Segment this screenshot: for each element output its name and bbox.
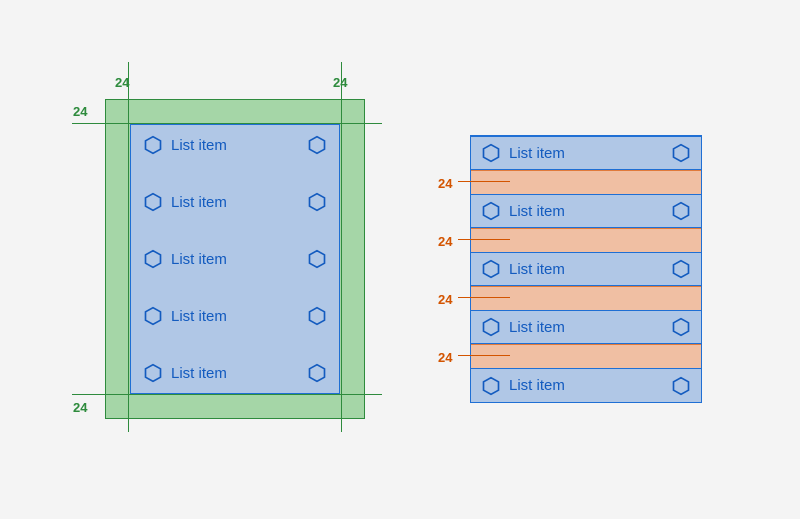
hexagon-icon [671,317,691,337]
padding-example-panel: List item List item List item List item List… [105,99,365,419]
padding-guide-vertical [128,62,129,432]
gap-spacer [471,286,701,312]
gap-dimension-label: 24 [438,350,452,365]
padding-guide-vertical [341,62,342,432]
hexagon-icon [481,317,501,337]
gap-spacer [471,344,701,370]
hexagon-icon [481,376,501,396]
gap-dimension-label: 24 [438,234,452,249]
list-item: List item [471,252,701,286]
list-item-label: List item [509,203,671,220]
list-item-label: List item [509,145,671,162]
list-item-label: List item [171,365,307,382]
hexagon-icon [143,135,163,155]
hexagon-icon [671,201,691,221]
hexagon-icon [143,249,163,269]
list-item: List item [131,306,339,326]
padding-guide-horizontal [72,123,382,124]
gap-dimension-label: 24 [438,292,452,307]
padding-example-content: List item List item List item List item List… [130,124,340,394]
padding-dimension-label: 24 [73,400,87,415]
padding-dimension-label: 24 [73,104,87,119]
hexagon-icon [143,363,163,383]
gap-dimension-lead [458,355,510,356]
list-item: List item [131,135,339,155]
hexagon-icon [307,192,327,212]
padding-dimension-label: 24 [333,75,347,90]
list-item: List item [471,136,701,170]
gap-dimension-lead [458,239,510,240]
hexagon-icon [481,201,501,221]
gap-spacer [471,228,701,254]
hexagon-icon [671,259,691,279]
list-item-label: List item [171,137,307,154]
list-item: List item [131,363,339,383]
list-item-label: List item [509,261,671,278]
list-item-label: List item [171,308,307,325]
hexagon-icon [143,192,163,212]
hexagon-icon [671,143,691,163]
list-item: List item [471,368,701,402]
padding-dimension-label: 24 [115,75,129,90]
gap-example-panel: List item List item List item List item List… [470,135,702,403]
gap-dimension-label: 24 [438,176,452,191]
list-item: List item [471,310,701,344]
list-item: List item [471,194,701,228]
gap-dimension-lead [458,181,510,182]
hexagon-icon [307,249,327,269]
gap-dimension-lead [458,297,510,298]
hexagon-icon [481,259,501,279]
hexagon-icon [671,376,691,396]
padding-guide-horizontal [72,394,382,395]
list-item-label: List item [509,377,671,394]
list-item-label: List item [171,194,307,211]
list-item-label: List item [509,319,671,336]
gap-spacer [471,170,701,196]
spacing-diagram: List item List item List item List item List… [0,0,800,519]
list-item: List item [131,249,339,269]
hexagon-icon [307,306,327,326]
hexagon-icon [481,143,501,163]
hexagon-icon [143,306,163,326]
list-item-label: List item [171,251,307,268]
list-item: List item [131,192,339,212]
hexagon-icon [307,363,327,383]
hexagon-icon [307,135,327,155]
